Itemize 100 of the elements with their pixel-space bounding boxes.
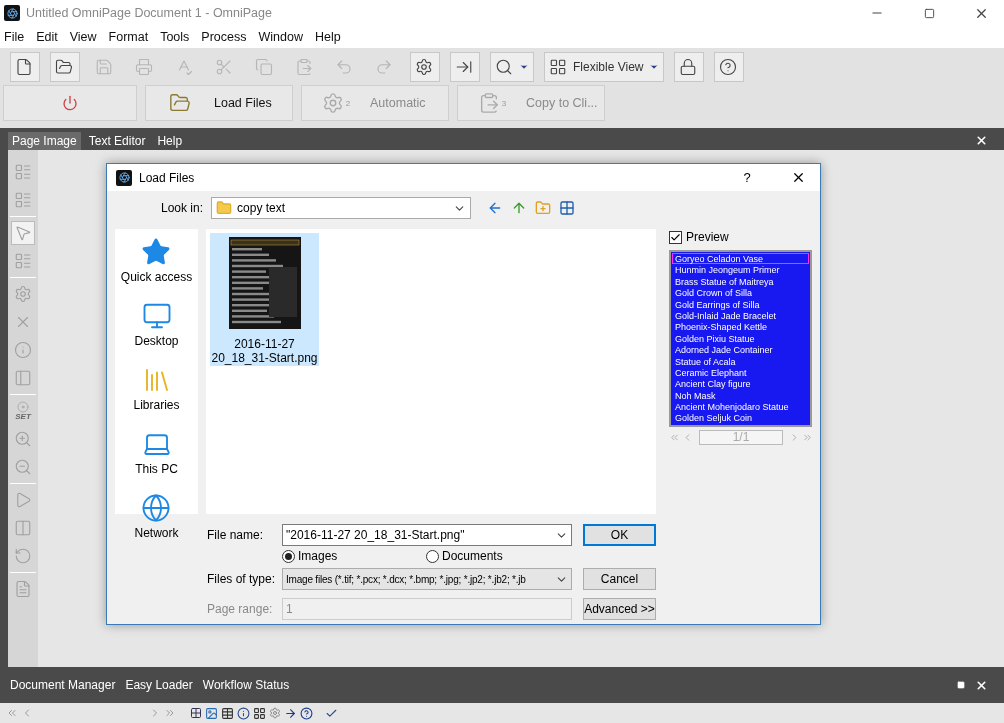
panel-tab[interactable]: Document Manager xyxy=(10,678,116,692)
tool-button[interactable] xyxy=(11,221,35,245)
zoom-button[interactable] xyxy=(490,52,534,82)
folder-icon xyxy=(216,200,233,216)
open-button[interactable] xyxy=(50,52,80,82)
desktop-icon xyxy=(141,301,172,331)
preview-line: Gold Crown of Silla xyxy=(674,287,754,299)
grid-icon[interactable] xyxy=(253,706,266,720)
look-in-dropdown[interactable]: copy text xyxy=(211,197,472,219)
panel-tab[interactable]: Workflow Status xyxy=(202,678,290,692)
menu-item[interactable]: File xyxy=(0,30,33,44)
place-item[interactable]: Libraries xyxy=(133,365,180,412)
field-label: Files of type: xyxy=(207,572,276,586)
new-folder-icon[interactable] xyxy=(535,200,552,216)
info-icon xyxy=(14,341,32,359)
field-label: File name: xyxy=(207,528,264,542)
tab[interactable]: Page Image xyxy=(8,132,81,150)
app-icon xyxy=(116,169,132,186)
lock-button[interactable] xyxy=(674,52,705,82)
page-indicator: 1/1 xyxy=(699,430,783,445)
first-page-icon[interactable] xyxy=(669,432,680,443)
tool-button[interactable]: SET xyxy=(11,399,35,423)
new-button[interactable] xyxy=(10,52,40,82)
lock-icon xyxy=(679,58,698,76)
info-icon[interactable] xyxy=(237,706,250,720)
arrow-icon[interactable] xyxy=(284,706,297,720)
preview-line: Hunmin Jeongeum Primer xyxy=(674,264,781,276)
menu-item[interactable]: Window xyxy=(254,30,311,44)
export-button[interactable] xyxy=(450,52,480,82)
preview-line: Ceramic Elephant xyxy=(674,366,748,379)
preview-checkbox[interactable] xyxy=(669,230,682,244)
thumbnails-icon[interactable] xyxy=(190,707,202,719)
place-item[interactable]: Network xyxy=(134,493,179,540)
new-file-icon xyxy=(15,58,33,76)
radio-label: Documents xyxy=(442,549,503,563)
file-name-field[interactable]: "2016-11-27 20_18_31-Start.png" xyxy=(282,524,572,546)
app-icon xyxy=(4,5,20,21)
restore-icon[interactable] xyxy=(957,681,965,689)
image-thumbnail-entry[interactable]: 2016-11-27 20_18_31-Start.png xyxy=(210,233,319,366)
menu-item[interactable]: Format xyxy=(104,30,157,44)
preview-line: Golden Seljuk Coin xyxy=(674,412,754,424)
window-title: Untitled OmniPage Document 1 - OmniPage xyxy=(26,6,273,20)
preview-line: Noh Mask xyxy=(674,389,717,402)
gear-icon[interactable] xyxy=(269,707,281,719)
play-icon xyxy=(14,491,32,509)
place-item[interactable]: This PC xyxy=(135,429,178,476)
radio-button[interactable] xyxy=(282,549,295,563)
menu-item[interactable]: Process xyxy=(197,30,255,44)
caret-icon xyxy=(649,62,660,72)
close-icon[interactable] xyxy=(975,134,988,147)
field-label: Page range: xyxy=(207,602,273,616)
close-icon[interactable] xyxy=(975,678,988,692)
magnifier-icon xyxy=(495,58,513,76)
advanced-button[interactable]: Advanced >> xyxy=(583,598,656,620)
file-type-dropdown[interactable]: Image files (*.tif; *.pcx; *.dcx; *.bmp; *.jpg; *.jp2; *.jb2; *.jb xyxy=(282,568,572,590)
last-page-icon[interactable] xyxy=(164,707,176,719)
maximize-icon xyxy=(923,7,935,19)
radio-button[interactable] xyxy=(426,549,439,563)
menu-item[interactable]: Help xyxy=(311,30,349,44)
image-icon[interactable] xyxy=(205,706,218,720)
pointer-icon xyxy=(14,224,32,242)
last-page-icon[interactable] xyxy=(802,432,813,443)
menu-item[interactable]: Edit xyxy=(32,30,66,44)
preview-line: Gold-Inlaid Jade Bracelet xyxy=(674,310,778,322)
tab[interactable]: Text Editor xyxy=(84,132,150,150)
undo-icon xyxy=(335,58,353,76)
clipboard-icon xyxy=(295,58,313,76)
preview-line: Phoenix-Shaped Kettle xyxy=(674,321,769,333)
scissors-icon xyxy=(215,58,233,76)
first-page-icon[interactable] xyxy=(6,707,18,719)
copy-icon xyxy=(255,58,273,76)
preview-line: Ancient Mohenjodaro Statue xyxy=(674,401,790,413)
document-icon xyxy=(14,580,32,598)
tab[interactable]: Help xyxy=(153,132,187,150)
power-icon xyxy=(62,95,78,111)
menu-item[interactable]: View xyxy=(65,30,105,44)
panel-icon xyxy=(14,369,32,387)
field-label: Look in: xyxy=(161,201,204,215)
caret-icon xyxy=(519,62,529,72)
columns-icon xyxy=(14,519,32,537)
view-menu-icon[interactable] xyxy=(559,200,576,216)
ok-button[interactable]: OK xyxy=(583,524,656,546)
preview-line: Adorned Jade Container xyxy=(674,344,774,356)
cancel-button[interactable]: Cancel xyxy=(583,568,656,590)
gear-icon xyxy=(415,58,433,76)
preview-line: Statue of Acala xyxy=(674,355,737,367)
table-icon[interactable] xyxy=(221,706,234,720)
workflow-button[interactable]: Load Files xyxy=(145,85,293,121)
help-button[interactable] xyxy=(714,52,745,82)
panel-tab[interactable]: Easy Loader xyxy=(125,678,193,692)
help-icon[interactable] xyxy=(300,706,313,720)
menu-item[interactable]: Tools xyxy=(156,30,198,44)
view-dropdown[interactable]: Flexible View xyxy=(544,52,665,82)
layout-icon xyxy=(549,58,567,76)
place-item[interactable]: Quick access xyxy=(120,237,193,284)
settings-button[interactable] xyxy=(410,52,440,82)
place-item[interactable]: Desktop xyxy=(134,301,179,348)
swirl-icon xyxy=(17,401,29,413)
redo-icon xyxy=(375,58,393,76)
star-icon xyxy=(141,237,172,267)
